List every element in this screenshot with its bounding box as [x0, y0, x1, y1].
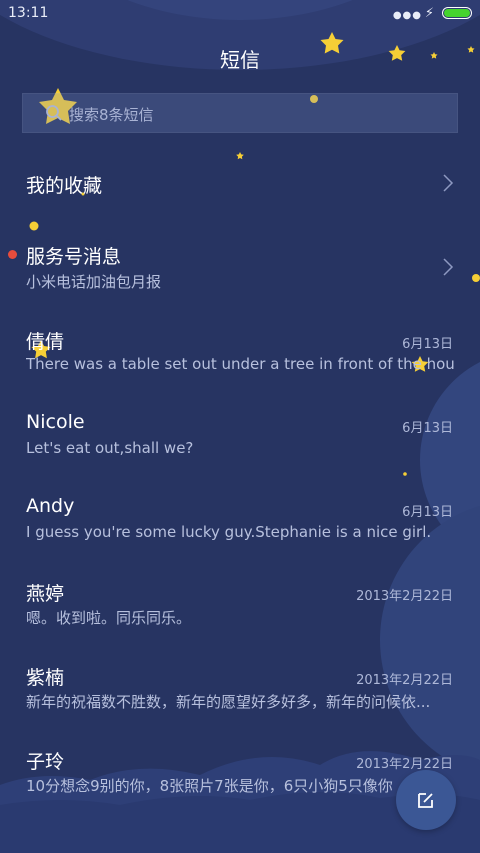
- status-icons: ●●● ⚡: [392, 6, 472, 22]
- contact-name: Andy: [26, 495, 75, 517]
- message-date: 6月13日: [402, 337, 453, 352]
- message-date: 2013年2月22日: [356, 673, 453, 688]
- conversation-item[interactable]: 倩倩 6月13日 There was a table set out under…: [0, 310, 480, 394]
- conversation-item[interactable]: Nicole 6月13日 Let's eat out,shall we?: [0, 394, 480, 478]
- contact-name: 燕婷: [26, 583, 65, 605]
- conversation-item[interactable]: 紫楠 2013年2月22日 新年的祝福数不胜数，新年的愿望好多好多，新年的问候依…: [0, 646, 480, 730]
- contact-name: 紫楠: [26, 667, 65, 689]
- battery-icon: [442, 7, 472, 19]
- contact-name: Nicole: [26, 411, 85, 433]
- search-icon: [46, 105, 62, 121]
- message-preview: 新年的祝福数不胜数，新年的愿望好多好多，新年的问候依...: [26, 693, 431, 711]
- battery-level: [444, 9, 470, 17]
- chevron-right-icon: [443, 174, 454, 192]
- search-placeholder: 搜索8条短信: [69, 106, 154, 124]
- service-subtitle: 小米电话加油包月报: [26, 273, 162, 291]
- signal-icon: ●●●: [392, 10, 422, 21]
- message-date: 6月13日: [402, 505, 453, 520]
- favorites-item[interactable]: 我的收藏: [0, 140, 480, 224]
- status-time: 13:11: [8, 5, 49, 21]
- search-bar[interactable]: 搜索8条短信: [22, 93, 458, 133]
- service-title: 服务号消息: [26, 246, 122, 268]
- conversation-item[interactable]: 燕婷 2013年2月22日 嗯。收到啦。同乐同乐。: [0, 562, 480, 646]
- service-message-item[interactable]: 服务号消息 小米电话加油包月报: [0, 225, 480, 309]
- message-preview: 10分想念9别的你，8张照片7张是你，6只小狗5只像你: [26, 777, 393, 795]
- favorites-label: 我的收藏: [26, 175, 103, 197]
- unread-indicator: [8, 250, 17, 259]
- chevron-right-icon: [443, 258, 454, 276]
- message-preview: There was a table set out under a tree i…: [26, 355, 454, 373]
- message-preview: 嗯。收到啦。同乐同乐。: [26, 609, 192, 627]
- contact-name: 倩倩: [26, 331, 65, 353]
- page-title: 短信: [220, 48, 260, 72]
- message-preview: Let's eat out,shall we?: [26, 439, 194, 457]
- compose-button[interactable]: [396, 770, 456, 830]
- status-bar: 13:11 ●●● ⚡: [0, 0, 480, 28]
- message-preview: I guess you're some lucky guy.Stephanie …: [26, 523, 432, 541]
- conversation-item[interactable]: Andy 6月13日 I guess you're some lucky guy…: [0, 478, 480, 562]
- message-date: 2013年2月22日: [356, 589, 453, 604]
- charging-icon: ⚡: [424, 6, 434, 21]
- compose-icon: [418, 793, 433, 808]
- message-date: 6月13日: [402, 421, 453, 436]
- contact-name: 子玲: [26, 751, 65, 773]
- message-date: 2013年2月22日: [356, 757, 453, 772]
